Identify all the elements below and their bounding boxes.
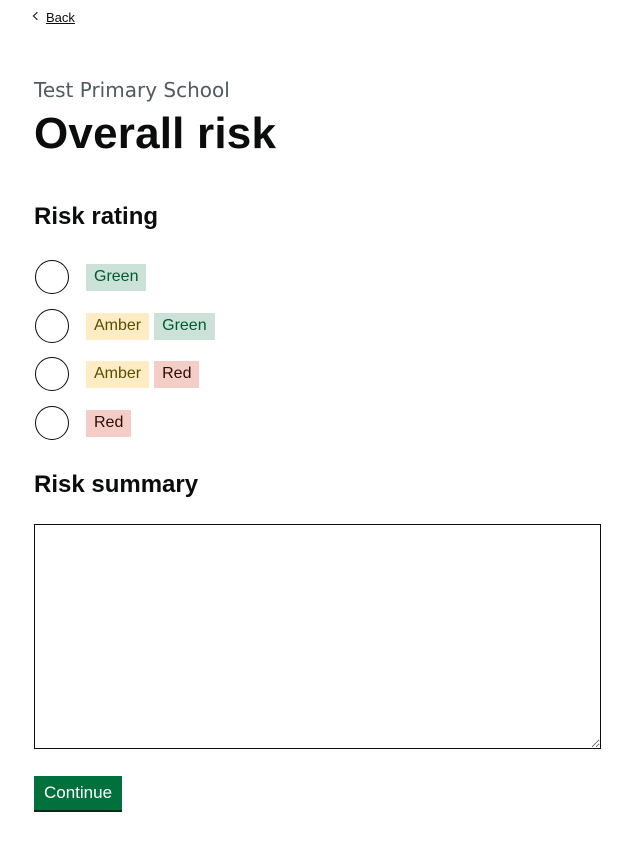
- risk-summary-textarea[interactable]: [34, 524, 601, 749]
- risk-option-green[interactable]: Green: [35, 260, 151, 294]
- continue-button[interactable]: Continue: [34, 776, 122, 810]
- tag-group: Green: [86, 263, 151, 291]
- radio-button[interactable]: [35, 357, 69, 391]
- chevron-left-icon: [32, 11, 42, 21]
- risk-option-amber-green[interactable]: Amber Green: [35, 309, 220, 343]
- tag-group: Amber Green: [86, 312, 220, 340]
- back-link[interactable]: Back: [32, 10, 75, 25]
- status-tag: Amber: [86, 312, 150, 340]
- risk-summary-heading: Risk summary: [34, 471, 199, 498]
- risk-option-red[interactable]: Red: [35, 406, 136, 440]
- status-tag: Red: [86, 409, 132, 437]
- back-link-label: Back: [46, 10, 75, 25]
- status-tag: Amber: [86, 360, 150, 388]
- risk-rating-heading: Risk rating: [34, 203, 159, 230]
- page-title: Overall risk: [34, 109, 277, 158]
- status-tag: Red: [154, 360, 200, 388]
- radio-button[interactable]: [35, 260, 69, 294]
- status-tag: Green: [154, 312, 215, 340]
- status-tag: Green: [86, 263, 147, 291]
- radio-button[interactable]: [35, 309, 69, 343]
- risk-option-amber-red[interactable]: Amber Red: [35, 357, 204, 391]
- page-caption: Test Primary School: [34, 78, 230, 102]
- tag-group: Red: [86, 409, 136, 437]
- page: Back Test Primary School Overall risk Ri…: [0, 0, 639, 849]
- radio-button[interactable]: [35, 406, 69, 440]
- tag-group: Amber Red: [86, 360, 204, 388]
